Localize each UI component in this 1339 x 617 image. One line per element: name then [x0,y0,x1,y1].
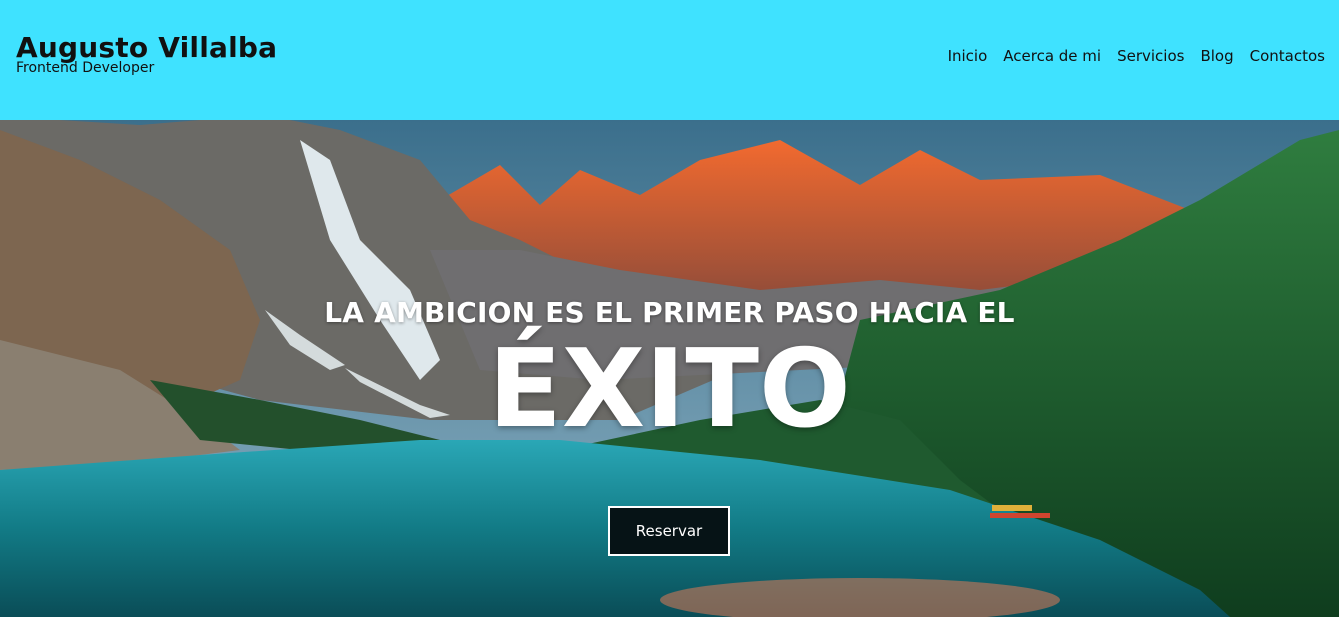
brand: Augusto Villalba Frontend Developer [16,30,277,76]
site-header: Augusto Villalba Frontend Developer Inic… [0,0,1339,120]
hero-section: LA AMBICION ES EL PRIMER PASO HACIA EL É… [0,120,1339,617]
nav-link-blog[interactable]: Blog [1200,47,1233,65]
nav-link-acerca[interactable]: Acerca de mi [1003,47,1101,65]
nav-link-contactos[interactable]: Contactos [1250,47,1325,65]
hero-headline: ÉXITO [488,327,851,452]
main-nav: Inicio Acerca de mi Servicios Blog Conta… [948,47,1325,65]
hero-tagline: LA AMBICION ES EL PRIMER PASO HACIA EL [324,296,1015,329]
nav-link-inicio[interactable]: Inicio [948,47,988,65]
hero-text: LA AMBICION ES EL PRIMER PASO HACIA EL É… [0,296,1339,445]
nav-link-servicios[interactable]: Servicios [1117,47,1184,65]
reservar-button[interactable]: Reservar [608,506,730,556]
